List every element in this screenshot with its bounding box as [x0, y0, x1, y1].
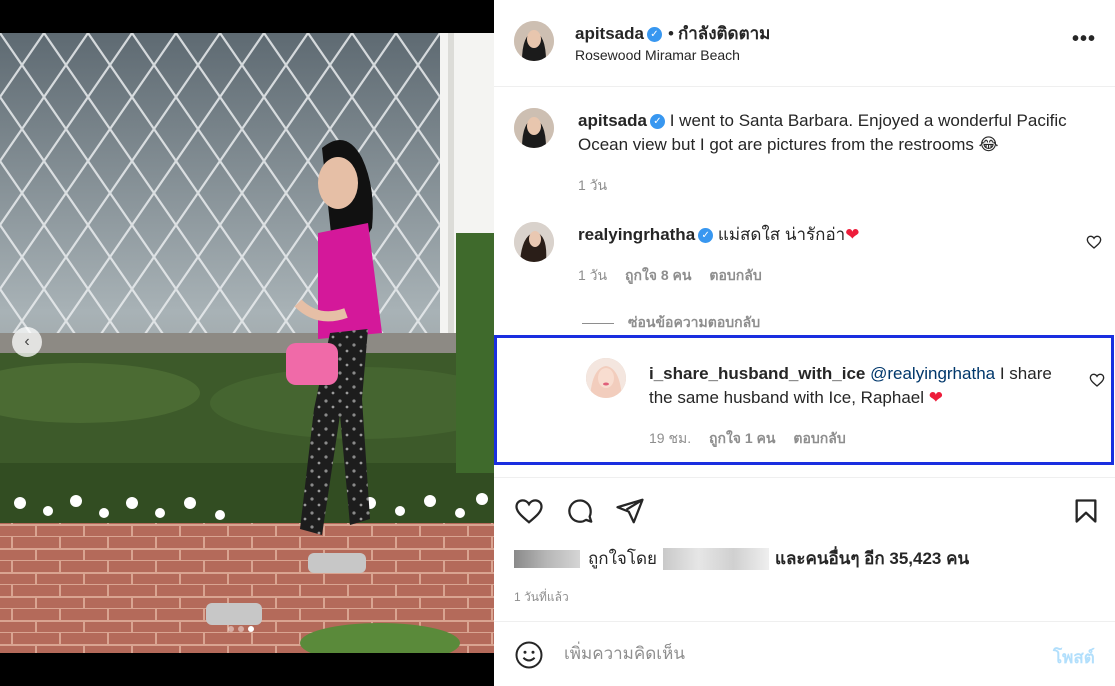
comment-input[interactable] [564, 640, 1024, 668]
carousel-prev-button[interactable]: ‹ [12, 327, 42, 357]
post-media: ‹ [0, 0, 494, 686]
hide-replies-button[interactable]: ซ่อนข้อความตอบกลับ [582, 312, 760, 334]
verified-badge-icon: ✓ [646, 27, 662, 43]
post-photo[interactable] [0, 33, 494, 653]
blurred-avatar [514, 549, 580, 568]
photo-illustration [0, 33, 494, 653]
author-avatar[interactable] [514, 21, 554, 61]
post-header: apitsada ✓ • กำลังติดตาม Rosewood Miramar B… [494, 0, 1115, 87]
reply-mention-link[interactable]: @realyingrhatha [870, 364, 995, 383]
avatar-image [514, 108, 554, 148]
comment-likes[interactable]: ถูกใจ 8 คน [625, 267, 692, 283]
follow-status-button[interactable]: กำลังติดตาม [678, 24, 770, 43]
heart-emoji: ❤ [845, 225, 860, 244]
heart-emoji: ❤ [928, 388, 943, 407]
liked-by-prefix: ถูกใจโดย [588, 549, 657, 568]
avatar-image [586, 358, 626, 398]
more-options-icon[interactable]: ••• [1072, 28, 1096, 51]
caption-age[interactable]: 1 วัน [578, 177, 607, 193]
divider [582, 322, 614, 324]
comment-bubble-icon[interactable] [565, 496, 595, 526]
avatar-image [514, 222, 554, 262]
avatar-image [514, 21, 554, 61]
post-sidebar: apitsada ✓ • กำลังติดตาม Rosewood Miramar B… [494, 0, 1115, 686]
reply-likes[interactable]: ถูกใจ 1 คน [709, 430, 776, 446]
header-title: apitsada ✓ • กำลังติดตาม [575, 20, 770, 47]
caption-avatar[interactable] [514, 108, 554, 148]
verified-badge-icon: ✓ [698, 228, 714, 244]
liked-by-others-link[interactable]: และคนอื่นๆ อีก 35,423 คน [775, 545, 969, 572]
add-comment-bar: โพสต์ [494, 621, 1115, 686]
author-username[interactable]: apitsada [575, 24, 644, 43]
save-bookmark-icon[interactable] [1072, 496, 1100, 526]
emoji-icon[interactable] [514, 640, 544, 670]
post-timestamp[interactable]: 1 วันที่แล้ว [514, 588, 569, 607]
comment-age[interactable]: 1 วัน [578, 267, 607, 283]
hide-replies-label: ซ่อนข้อความตอบกลับ [628, 314, 761, 330]
comment-text: แม่สดใส น่ารักอ่า [717, 225, 846, 244]
post-location[interactable]: Rosewood Miramar Beach [575, 47, 740, 63]
highlighted-reply: i_share_husband_with_ice @realyingrhatha… [494, 335, 1114, 465]
separator: • [667, 24, 674, 43]
reply-username[interactable]: i_share_husband_with_ice [649, 364, 865, 383]
carousel-dot-active [248, 626, 254, 632]
carousel-dot [238, 626, 244, 632]
blurred-username [662, 547, 769, 570]
comment-reply-button[interactable]: ตอบกลับ [709, 267, 761, 283]
caption-username[interactable]: apitsada [578, 111, 647, 130]
like-heart-icon[interactable] [514, 496, 544, 526]
comment-meta: 1 วัน ถูกใจ 8 คน ตอบกลับ [578, 263, 1098, 287]
caption-meta: 1 วัน [578, 173, 1098, 197]
carousel-indicator [228, 626, 254, 632]
comment-like-heart-icon[interactable] [1086, 234, 1102, 250]
carousel-dot [228, 626, 234, 632]
likes-summary: ถูกใจโดย และคนอื่นๆ อีก 35,423 คน [514, 545, 969, 572]
verified-badge-icon: ✓ [649, 114, 665, 130]
reply-reply-button[interactable]: ตอบกลับ [793, 430, 845, 446]
reply-avatar[interactable] [586, 358, 626, 398]
share-send-icon[interactable] [615, 496, 645, 526]
comment-username[interactable]: realyingrhatha [578, 225, 695, 244]
caption-text-block: apitsada ✓ I went to Santa Barbara. Enjoy… [578, 108, 1098, 197]
post-comment-button[interactable]: โพสต์ [1053, 644, 1095, 671]
commenter-avatar[interactable] [514, 222, 554, 262]
chevron-left-icon: ‹ [24, 333, 30, 350]
reply-meta: 19 ชม. ถูกใจ 1 คน ตอบกลับ [649, 426, 1069, 450]
comment-text-block: realyingrhatha ✓ แม่สดใส น่ารักอ่า❤ 1 วัน… [578, 222, 1098, 287]
reply-age[interactable]: 19 ชม. [649, 430, 691, 446]
reply-text-block: i_share_husband_with_ice @realyingrhatha… [649, 362, 1069, 450]
reply-like-heart-icon[interactable] [1089, 372, 1105, 388]
